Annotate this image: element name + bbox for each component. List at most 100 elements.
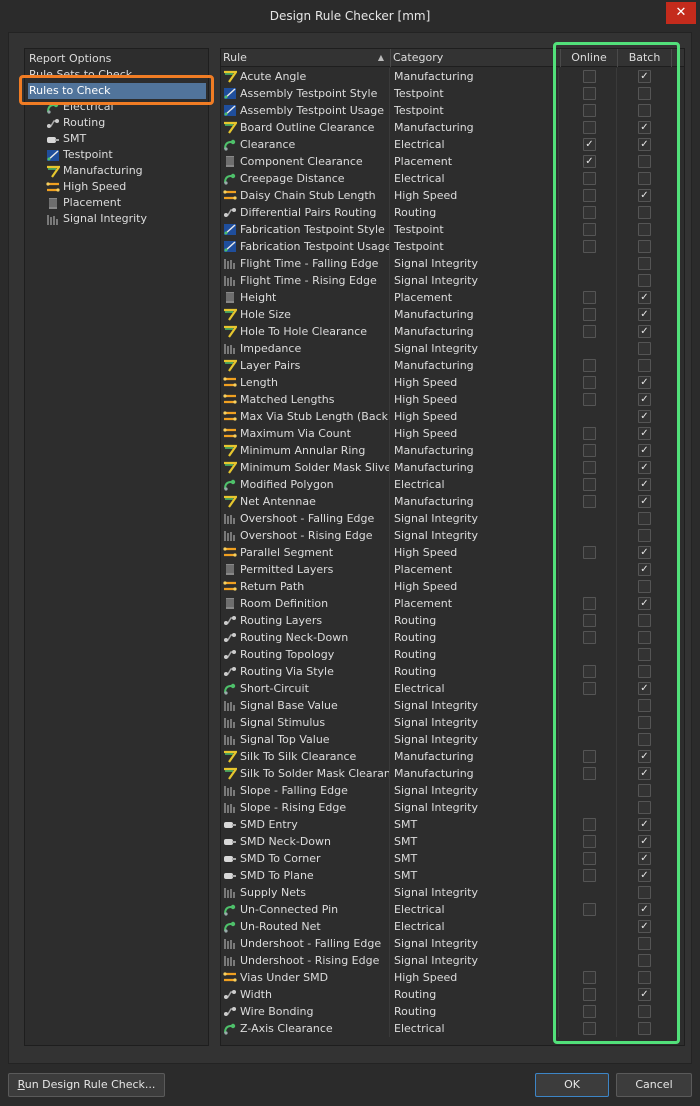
signal-integrity-icon: [223, 342, 237, 355]
rule-cell: Undershoot - Falling Edge: [222, 935, 390, 952]
rule-cell: Z-Axis Clearance: [222, 1020, 390, 1037]
rule-category: Electrical: [392, 476, 559, 493]
rule-name: Un-Routed Net: [240, 920, 321, 933]
signal-integrity-icon: [223, 784, 237, 797]
rule-name: Routing Layers: [240, 614, 323, 627]
rule-name: Minimum Annular Ring: [240, 444, 366, 457]
rule-name: Fabrication Testpoint Style: [240, 223, 385, 236]
rule-cell: Acute Angle: [222, 68, 390, 85]
rule-category: Testpoint: [392, 102, 559, 119]
routing-icon: [223, 988, 237, 1001]
rule-cell: SMD Neck-Down: [222, 833, 390, 850]
rule-cell: Routing Neck-Down: [222, 629, 390, 646]
rule-cell: Signal Base Value: [222, 697, 390, 714]
rule-cell: Creepage Distance: [222, 170, 390, 187]
tree-item-testpoint[interactable]: Testpoint: [46, 147, 113, 163]
rule-name: Room Definition: [240, 597, 329, 610]
manufacturing-icon: [46, 165, 62, 178]
close-button[interactable]: ✕: [666, 2, 696, 24]
column-header-category[interactable]: Category: [391, 49, 561, 67]
rule-cell: Short-Circuit: [222, 680, 390, 697]
signal-integrity-icon: [223, 937, 237, 950]
run-drc-button[interactable]: Run Design Rule Check...: [8, 1073, 165, 1097]
rule-category: Electrical: [392, 680, 559, 697]
tree-item-label: High Speed: [63, 180, 127, 193]
rule-cell: Daisy Chain Stub Length: [222, 187, 390, 204]
window-title-bar: Design Rule Checker [mm]: [0, 0, 700, 32]
manufacturing-icon: [223, 121, 239, 134]
placement-icon: [223, 291, 237, 304]
tree-item-label: Signal Integrity: [63, 212, 147, 225]
rule-cell: Undershoot - Rising Edge: [222, 952, 390, 969]
tree-item-manufacturing[interactable]: Manufacturing: [46, 163, 143, 179]
rule-name: Component Clearance: [240, 155, 363, 168]
highspeed-icon: [223, 427, 237, 440]
tree-item-routing[interactable]: Routing: [46, 115, 105, 131]
routing-icon: [223, 648, 237, 661]
rule-name: Wire Bonding: [240, 1005, 314, 1018]
signal-integrity-icon: [223, 529, 237, 542]
rule-name: Flight Time - Rising Edge: [240, 274, 377, 287]
column-header-rule[interactable]: Rule ▲: [221, 49, 391, 67]
rule-name: Layer Pairs: [240, 359, 301, 372]
rule-cell: SMD Entry: [222, 816, 390, 833]
rule-category: Manufacturing: [392, 748, 559, 765]
tree-item-placement[interactable]: Placement: [46, 195, 121, 211]
cancel-button[interactable]: Cancel: [616, 1073, 692, 1097]
rule-category: Routing: [392, 204, 559, 221]
tree-item-report-options[interactable]: Report Options: [29, 51, 111, 67]
rule-category: Signal Integrity: [392, 527, 559, 544]
rule-category: Electrical: [392, 901, 559, 918]
highspeed-icon: [223, 393, 237, 406]
manufacturing-icon: [223, 495, 239, 508]
rule-category: Placement: [392, 561, 559, 578]
rule-category: Placement: [392, 153, 559, 170]
highspeed-icon: [223, 580, 237, 593]
rule-cell: Permitted Layers: [222, 561, 390, 578]
rule-name: Hole Size: [240, 308, 291, 321]
signal-integrity-icon: [223, 886, 237, 899]
rule-cell: Matched Lengths: [222, 391, 390, 408]
run-drc-label: un Design Rule Check...: [24, 1078, 156, 1091]
rule-name: Overshoot - Rising Edge: [240, 529, 373, 542]
rule-name: Silk To Silk Clearance: [240, 750, 357, 763]
rule-category: Electrical: [392, 1020, 559, 1037]
rule-name: Signal Top Value: [240, 733, 330, 746]
rule-cell: Supply Nets: [222, 884, 390, 901]
rule-category: Electrical: [392, 136, 559, 153]
rule-category: SMT: [392, 867, 559, 884]
rule-category: Signal Integrity: [392, 799, 559, 816]
rule-name: Flight Time - Falling Edge: [240, 257, 379, 270]
rule-category: Signal Integrity: [392, 510, 559, 527]
ok-button[interactable]: OK: [535, 1073, 609, 1097]
rules-to-check-highlight: [19, 75, 214, 105]
rule-cell: Length: [222, 374, 390, 391]
signal-integrity-icon: [223, 954, 237, 967]
rule-category: Signal Integrity: [392, 731, 559, 748]
rule-cell: Parallel Segment: [222, 544, 390, 561]
rule-cell: Fabrication Testpoint Usage: [222, 238, 390, 255]
tree-item-signal-integrity[interactable]: Signal Integrity: [46, 211, 147, 227]
rule-category: Manufacturing: [392, 306, 559, 323]
highspeed-icon: [223, 376, 237, 389]
placement-icon: [223, 563, 237, 576]
rule-category: High Speed: [392, 391, 559, 408]
tree-item-label: Routing: [63, 116, 106, 129]
rule-category: Signal Integrity: [392, 272, 559, 289]
rule-category: High Speed: [392, 578, 559, 595]
rule-name: Routing Topology: [240, 648, 335, 661]
testpoint-icon: [223, 104, 237, 117]
tree-item-smt[interactable]: SMT: [46, 131, 86, 147]
tree-item-high-speed[interactable]: High Speed: [46, 179, 126, 195]
manufacturing-icon: [223, 325, 239, 338]
rule-category: Manufacturing: [392, 765, 559, 782]
rule-name: SMD Entry: [240, 818, 298, 831]
electrical-icon: [223, 172, 237, 185]
rule-category: SMT: [392, 816, 559, 833]
rule-cell: Assembly Testpoint Usage: [222, 102, 390, 119]
rule-name: Daisy Chain Stub Length: [240, 189, 376, 202]
rule-name: Z-Axis Clearance: [240, 1022, 333, 1035]
highspeed-icon: [223, 189, 237, 202]
rule-category: SMT: [392, 833, 559, 850]
testpoint-icon: [223, 223, 237, 236]
